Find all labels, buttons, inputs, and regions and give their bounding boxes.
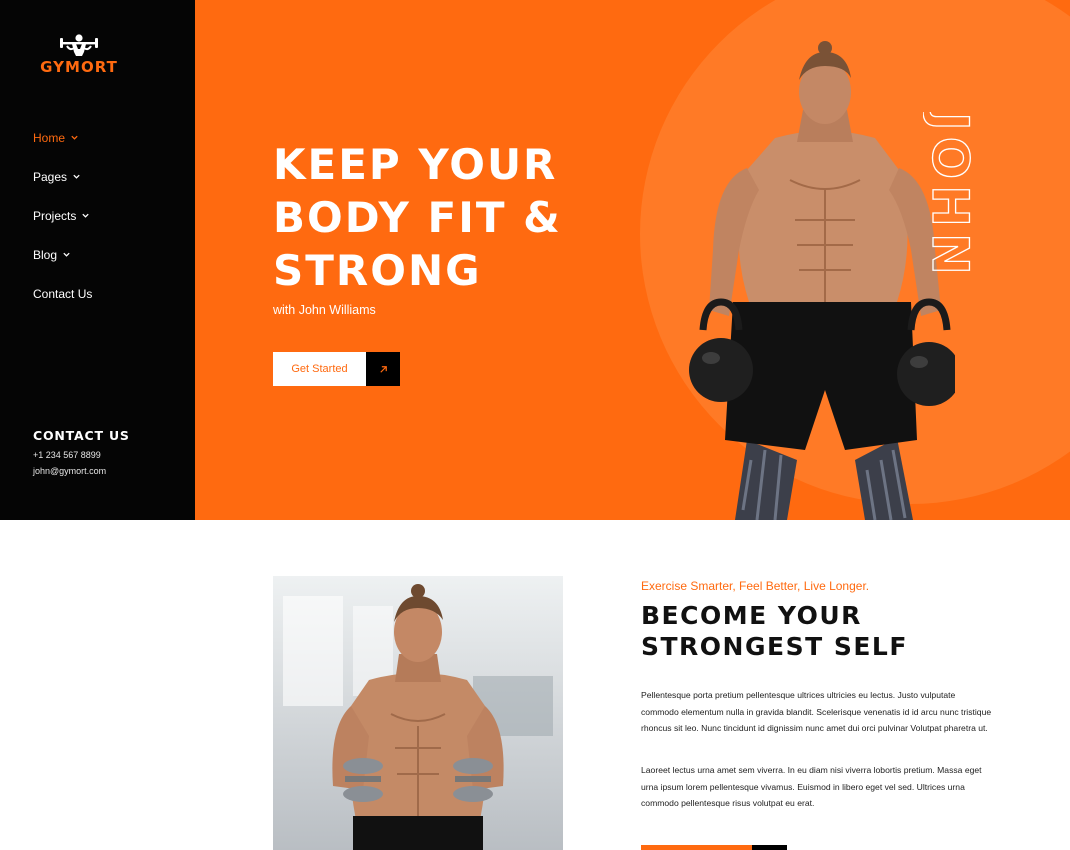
hero-subtitle: with John Williams	[273, 303, 376, 317]
brand-logo[interactable]: GYMORT	[33, 33, 125, 77]
nav-item-blog[interactable]: Blog	[33, 235, 92, 274]
brand-name: GYMORT	[40, 58, 118, 76]
nav-item-label: Contact Us	[33, 286, 93, 301]
nav-item-label: Home	[33, 130, 66, 145]
hero-title-line: STRONG	[273, 246, 482, 295]
button-fill	[641, 845, 752, 850]
nav-item-label: Pages	[33, 169, 68, 184]
button-arrow-block	[752, 845, 787, 850]
chevron-down-icon	[82, 213, 90, 218]
hero-title-line: KEEP YOUR	[273, 140, 558, 189]
nav-item-home[interactable]: Home	[33, 118, 92, 157]
get-started-button[interactable]: Get Started	[273, 352, 400, 386]
about-paragraph: Pellentesque porta pretium pellentesque …	[641, 690, 992, 734]
svg-text:JOHN: JOHN	[923, 112, 979, 281]
read-more-button[interactable]	[641, 845, 787, 850]
weightlifter-logo-icon	[60, 34, 98, 56]
about-paragraph: Laoreet lectus urna amet sem viverra. In…	[641, 765, 982, 809]
nav-item-label: Projects	[33, 208, 77, 223]
contact-heading: CONTACT US	[33, 428, 130, 443]
nav-item-contact-us[interactable]: Contact Us	[33, 274, 92, 313]
arrow-up-right-icon	[366, 352, 400, 386]
contact-phone[interactable]: +1 234 567 8899	[33, 450, 130, 460]
athlete-dumbbell-photo	[273, 576, 563, 850]
get-started-label: Get Started	[273, 352, 366, 386]
hero-outline-name: JOHN	[923, 112, 980, 281]
nav-item-pages[interactable]: Pages	[33, 157, 92, 196]
nav-item-label: Blog	[33, 247, 58, 262]
section-title-line: BECOME YOUR	[641, 601, 862, 630]
sidebar: GYMORT Home Pages Projects Blog Contact …	[0, 0, 195, 520]
contact-email[interactable]: john@gymort.com	[33, 466, 130, 476]
section-title-line: STRONGEST SELF	[641, 632, 908, 661]
sidebar-contact: CONTACT US +1 234 567 8899 john@gymort.c…	[33, 428, 130, 476]
hero-title-line: BODY FIT &	[273, 193, 562, 242]
section-title: BECOME YOUR STRONGEST SELF	[641, 600, 908, 662]
hero-section: KEEP YOUR BODY FIT & STRONG with John Wi…	[195, 0, 1070, 520]
main-nav: Home Pages Projects Blog Contact Us	[33, 118, 92, 313]
chevron-down-icon	[63, 252, 70, 257]
chevron-down-icon	[71, 135, 78, 140]
section-tagline: Exercise Smarter, Feel Better, Live Long…	[641, 579, 870, 593]
athlete-kettlebell-image	[689, 41, 955, 520]
nav-item-projects[interactable]: Projects	[33, 196, 92, 235]
chevron-down-icon	[73, 174, 80, 179]
hero-title: KEEP YOUR BODY FIT & STRONG	[273, 138, 562, 297]
